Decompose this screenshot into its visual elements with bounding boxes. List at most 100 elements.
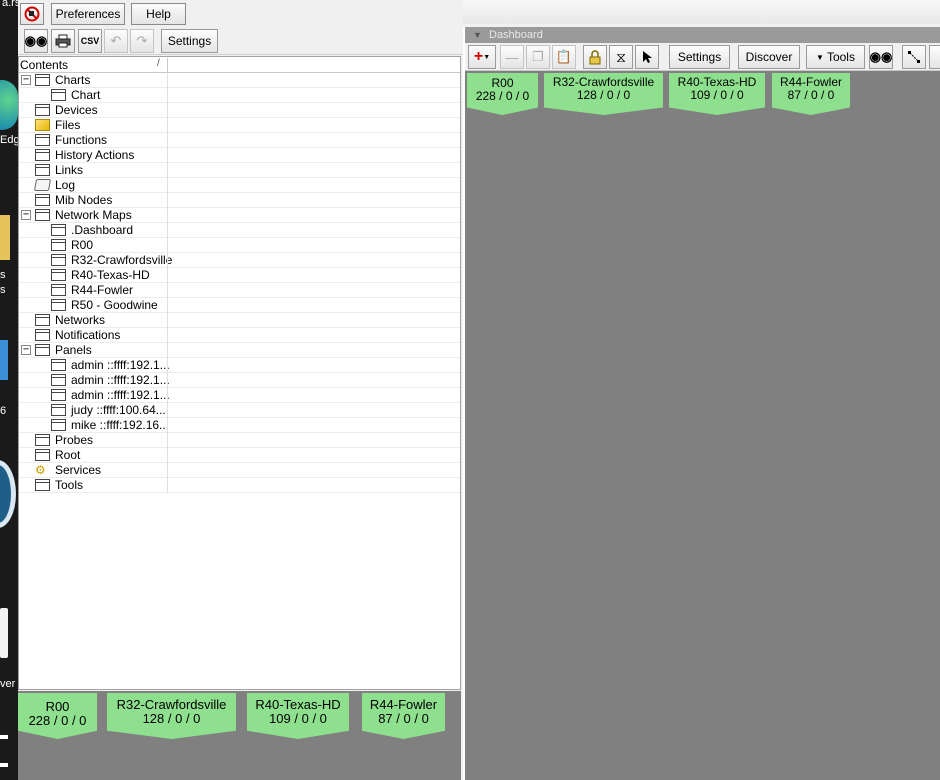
collapse-arrow-icon[interactable]: ▼ (473, 27, 482, 43)
tree-row[interactable]: admin ::ffff:192.1... (19, 373, 460, 388)
table-icon (51, 269, 66, 281)
table-icon (51, 299, 66, 311)
tree-row[interactable]: Files (19, 118, 460, 133)
preferences-button[interactable]: Preferences (51, 3, 125, 25)
tree-row[interactable]: mike ::ffff:192.16... (19, 418, 460, 433)
more-button[interactable] (929, 45, 940, 69)
print-button[interactable] (51, 29, 75, 53)
map-node-r44-fowler[interactable]: R44-Fowler 87 / 0 / 0 (362, 693, 445, 739)
tree-row[interactable]: ⚙ Services (19, 463, 460, 478)
map-node-r44-fowler[interactable]: R44-Fowler 87 / 0 / 0 (772, 73, 850, 115)
find-button[interactable]: ◉◉ (24, 29, 48, 53)
tools-menu-button[interactable]: ▼ Tools (806, 45, 865, 69)
paste-icon: 📋 (555, 49, 573, 64)
paste-button[interactable]: 📋 (552, 45, 576, 69)
node-counts: 128 / 0 / 0 (576, 88, 631, 102)
column-divider (167, 73, 168, 88)
table-icon (51, 374, 66, 386)
node-counts: 128 / 0 / 0 (142, 711, 201, 726)
tree-row[interactable]: − Network Maps (19, 208, 460, 223)
settings-button[interactable]: Settings (161, 29, 218, 53)
layout-button[interactable] (902, 45, 926, 69)
collapse-toggle-icon[interactable]: − (21, 75, 31, 85)
tree-row[interactable]: − Charts (19, 73, 460, 88)
tree-row[interactable]: Notifications (19, 328, 460, 343)
tree-row[interactable]: Functions (19, 133, 460, 148)
gear-icon: ⚙ (35, 463, 46, 477)
tree-header: Contents / (19, 57, 460, 73)
map-node-r32-crawfordsville[interactable]: R32-Crawfordsville 128 / 0 / 0 (544, 73, 663, 115)
layout-icon (908, 51, 920, 63)
copy-button[interactable]: ❐ (526, 45, 550, 69)
tree-row[interactable]: R00 (19, 238, 460, 253)
table-icon (35, 449, 50, 461)
cursor-icon (643, 51, 652, 63)
map-node-r40-texas-hd[interactable]: R40-Texas-HD 109 / 0 / 0 (247, 693, 349, 739)
dashboard-settings-button[interactable]: Settings (669, 45, 730, 69)
close-session-button[interactable] (20, 3, 44, 25)
find-button[interactable]: ◉◉ (869, 45, 893, 69)
lasso-button[interactable]: ⧖ (609, 45, 633, 69)
node-name: R44-Fowler (369, 697, 438, 712)
minus-icon: — (505, 49, 519, 65)
tree-row[interactable]: judy ::ffff:100.64.... (19, 403, 460, 418)
remove-item-button[interactable]: — (500, 45, 524, 69)
tree-row-label: admin ::ffff:192.1... (71, 358, 170, 372)
collapse-toggle-icon[interactable]: − (21, 210, 31, 220)
tree-row[interactable]: Devices (19, 103, 460, 118)
tree-row[interactable]: Root (19, 448, 460, 463)
column-divider (167, 403, 168, 418)
undo-button[interactable]: ↶ (104, 29, 128, 53)
lock-button[interactable] (583, 45, 607, 69)
tree-row[interactable]: .Dashboard (19, 223, 460, 238)
lock-icon (589, 49, 601, 64)
map-node-r00[interactable]: R00 228 / 0 / 0 (467, 73, 538, 115)
pointer-button[interactable] (635, 45, 659, 69)
add-item-button[interactable]: + ▼ (468, 45, 496, 69)
table-icon (35, 134, 50, 146)
tree-row[interactable]: Tools (19, 478, 460, 493)
contents-tree: Contents / − Charts Chart Devices Files Funct… (18, 56, 461, 690)
map-node-r32-crawfordsville[interactable]: R32-Crawfordsville 128 / 0 / 0 (107, 693, 236, 739)
tree-row[interactable]: admin ::ffff:192.1... (19, 388, 460, 403)
tree-row[interactable]: Log (19, 178, 460, 193)
tree-row-label: Files (55, 118, 81, 132)
tree-row[interactable]: Probes (19, 433, 460, 448)
tree-row[interactable]: R44-Fowler (19, 283, 460, 298)
help-button[interactable]: Help (131, 3, 186, 25)
tree-row-label: Mib Nodes (55, 193, 113, 207)
column-divider (167, 433, 168, 448)
tree-row-label: R00 (71, 238, 94, 252)
collapse-toggle-icon[interactable]: − (21, 345, 31, 355)
discover-button[interactable]: Discover (738, 45, 800, 69)
tree-row-label: Network Maps (55, 208, 132, 222)
redo-button[interactable]: ↷ (130, 29, 154, 53)
tree-row[interactable]: R40-Texas-HD (19, 268, 460, 283)
sort-icon: / (157, 58, 160, 69)
desktop-icon-label: a.rsc (2, 0, 18, 9)
dashboard-title-bar[interactable]: ▼ Dashboard (465, 27, 940, 43)
node-counts: 109 / 0 / 0 (269, 711, 327, 726)
tree-row[interactable]: Links (19, 163, 460, 178)
tree-row[interactable]: R50 - Goodwine (19, 298, 460, 313)
document-icon (0, 608, 8, 658)
map-node-r00[interactable]: R00 228 / 0 / 0 (18, 693, 97, 739)
tree-row[interactable]: Mib Nodes (19, 193, 460, 208)
contents-column-header[interactable]: Contents (19, 58, 168, 73)
tree-row[interactable]: History Actions (19, 148, 460, 163)
table-icon (51, 224, 66, 236)
tree-row[interactable]: R32-Crawfordsville (19, 253, 460, 268)
column-divider (167, 178, 168, 193)
tree-row[interactable]: − Panels (19, 343, 460, 358)
binoculars-icon: ◉◉ (869, 49, 893, 64)
log-icon (33, 179, 52, 191)
folder-icon (0, 215, 10, 260)
folder-icon (35, 119, 50, 131)
map-node-r40-texas-hd[interactable]: R40-Texas-HD 109 / 0 / 0 (669, 73, 765, 115)
tree-row[interactable]: Networks (19, 313, 460, 328)
tree-row[interactable]: admin ::ffff:192.1... (19, 358, 460, 373)
redo-icon: ↷ (136, 33, 148, 48)
tree-row[interactable]: Chart (19, 88, 460, 103)
csv-export-button[interactable]: CSV (78, 29, 102, 53)
desktop-icon-label: s (0, 269, 6, 281)
